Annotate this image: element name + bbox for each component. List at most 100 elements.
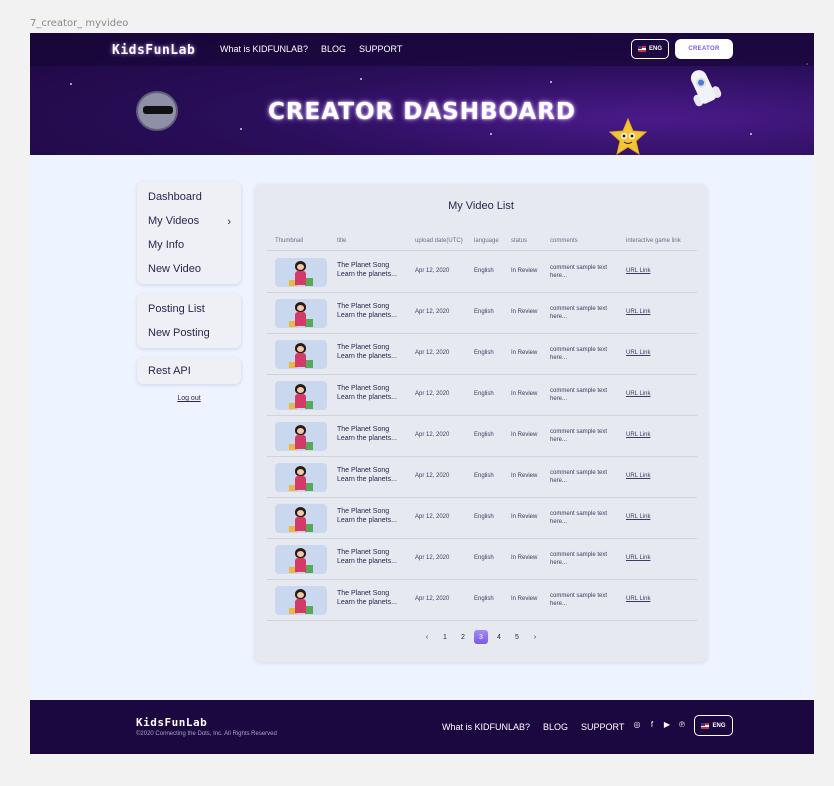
table-row[interactable]: The Planet Song Learn the planets... Apr 1… — [267, 539, 697, 580]
instagram-icon[interactable]: ◎ — [633, 720, 641, 729]
pinterest-icon[interactable]: ℗ — [678, 720, 686, 729]
video-subtitle-line: Learn the planets... — [337, 270, 397, 278]
video-title[interactable]: The Planet Song Learn the planets... — [337, 508, 411, 525]
video-title-line: The Planet Song — [337, 549, 390, 556]
comment-line: comment sample text — [550, 429, 608, 435]
footer-link-about[interactable]: What is KIDFUNLAB? — [442, 722, 530, 732]
video-thumbnail[interactable] — [275, 504, 327, 533]
page-button-5[interactable]: 5 — [510, 630, 524, 644]
table-row[interactable]: The Planet Song Learn the planets... Apr 1… — [267, 375, 697, 416]
table-row[interactable]: The Planet Song Learn the planets... Apr 1… — [267, 416, 697, 457]
video-title-line: The Planet Song — [337, 303, 390, 310]
upload-date: Apr 12, 2020 — [415, 596, 450, 602]
sidebar-item-dashboard[interactable]: Dashboard — [137, 185, 241, 209]
creator-button[interactable]: CREATOR — [675, 39, 733, 59]
table-header: Thumbnail title upload date(UTC) languag… — [267, 238, 697, 251]
upload-date: Apr 12, 2020 — [415, 350, 450, 356]
video-title[interactable]: The Planet Song Learn the planets... — [337, 590, 411, 607]
video-subtitle-line: Learn the planets... — [337, 557, 397, 565]
sidebar-item-my-videos[interactable]: My Videos › — [137, 209, 241, 233]
video-subtitle-line: Learn the planets... — [337, 393, 397, 401]
video-title[interactable]: The Planet Song Learn the planets... — [337, 426, 411, 443]
video-title-line: The Planet Song — [337, 426, 390, 433]
nav-link-about[interactable]: What is KIDFUNLAB? — [220, 44, 308, 54]
nav-link-support[interactable]: SUPPORT — [359, 44, 402, 54]
video-title[interactable]: The Planet Song Learn the planets... — [337, 262, 411, 279]
sidebar-item-rest-api[interactable]: Rest API — [137, 359, 241, 383]
game-url-link[interactable]: URL Link — [626, 432, 650, 438]
youtube-icon[interactable]: ▶ — [663, 720, 671, 729]
prev-page-button[interactable]: ‹ — [420, 630, 434, 644]
table-row[interactable]: The Planet Song Learn the planets... Apr 1… — [267, 252, 697, 293]
game-url-link[interactable]: URL Link — [626, 391, 650, 397]
pagination: ‹ 1 2 3 4 5 › — [255, 630, 707, 644]
comment: comment sample text here... — [550, 428, 622, 444]
language-button[interactable]: ENG — [631, 39, 669, 59]
table-row[interactable]: The Planet Song Learn the planets... Apr 1… — [267, 580, 697, 621]
sidebar-group-posting: Posting List New Posting — [137, 294, 241, 348]
logout-link[interactable]: Log out — [137, 395, 241, 402]
video-title-line: The Planet Song — [337, 344, 390, 351]
game-url-link[interactable]: URL Link — [626, 350, 650, 356]
status-badge: In Review — [511, 268, 538, 274]
video-title-line: The Planet Song — [337, 508, 390, 515]
page-button-1[interactable]: 1 — [438, 630, 452, 644]
table-row[interactable]: The Planet Song Learn the planets... Apr 1… — [267, 457, 697, 498]
video-title[interactable]: The Planet Song Learn the planets... — [337, 385, 411, 402]
sidebar-item-new-video[interactable]: New Video — [137, 257, 241, 281]
game-url-link[interactable]: URL Link — [626, 596, 650, 602]
footer-links: What is KIDFUNLAB? BLOG SUPPORT — [442, 722, 624, 732]
table-row[interactable]: The Planet Song Learn the planets... Apr 1… — [267, 293, 697, 334]
column-header: language — [474, 238, 499, 244]
footer: KidsFunLab ©2020 Connecting the Dots, In… — [30, 700, 814, 754]
video-thumbnail[interactable] — [275, 340, 327, 369]
video-thumbnail[interactable] — [275, 586, 327, 615]
page-button-2[interactable]: 2 — [456, 630, 470, 644]
logo[interactable]: KidsFunLab — [112, 43, 195, 58]
video-title-line: The Planet Song — [337, 262, 390, 269]
top-nav: KidsFunLab What is KIDFUNLAB? BLOG SUPPO… — [30, 33, 814, 66]
comment: comment sample text here... — [550, 510, 622, 526]
video-title[interactable]: The Planet Song Learn the planets... — [337, 344, 411, 361]
sidebar-item-posting-list[interactable]: Posting List — [137, 297, 241, 321]
game-url-link[interactable]: URL Link — [626, 473, 650, 479]
page-button-3-current[interactable]: 3 — [474, 630, 488, 644]
comment: comment sample text here... — [550, 264, 622, 280]
game-url-link[interactable]: URL Link — [626, 514, 650, 520]
footer-link-blog[interactable]: BLOG — [543, 722, 568, 732]
table-row[interactable]: The Planet Song Learn the planets... Apr 1… — [267, 334, 697, 375]
sidebar-group-main: Dashboard My Videos › My Info New Video — [137, 182, 241, 284]
footer-logo[interactable]: KidsFunLab — [136, 716, 207, 729]
nav-link-blog[interactable]: BLOG — [321, 44, 346, 54]
footer-language-button[interactable]: ENG — [694, 715, 733, 736]
game-url-link[interactable]: URL Link — [626, 268, 650, 274]
language: English — [474, 555, 494, 561]
column-header: comments — [550, 238, 578, 244]
video-thumbnail[interactable] — [275, 463, 327, 492]
video-thumbnail[interactable] — [275, 422, 327, 451]
video-thumbnail[interactable] — [275, 545, 327, 574]
video-title[interactable]: The Planet Song Learn the planets... — [337, 303, 411, 320]
game-url-link[interactable]: URL Link — [626, 309, 650, 315]
footer-link-support[interactable]: SUPPORT — [581, 722, 624, 732]
status-badge: In Review — [511, 514, 538, 520]
column-header: title — [337, 238, 347, 244]
page-button-4[interactable]: 4 — [492, 630, 506, 644]
video-thumbnail[interactable] — [275, 381, 327, 410]
video-thumbnail[interactable] — [275, 258, 327, 287]
next-page-button[interactable]: › — [528, 630, 542, 644]
video-subtitle-line: Learn the planets... — [337, 516, 397, 524]
game-url-link[interactable]: URL Link — [626, 555, 650, 561]
comment: comment sample text here... — [550, 305, 622, 321]
video-title[interactable]: The Planet Song Learn the planets... — [337, 467, 411, 484]
header-banner: KidsFunLab What is KIDFUNLAB? BLOG SUPPO… — [30, 33, 814, 155]
copyright: ©2020 Connecting the Dots, Inc. All Righ… — [136, 731, 277, 737]
video-title[interactable]: The Planet Song Learn the planets... — [337, 549, 411, 566]
sidebar-item-my-info[interactable]: My Info — [137, 233, 241, 257]
sidebar-item-new-posting[interactable]: New Posting — [137, 321, 241, 345]
nav-links: What is KIDFUNLAB? BLOG SUPPORT — [220, 44, 402, 54]
facebook-icon[interactable]: f — [648, 720, 656, 729]
column-header: upload date(UTC) — [415, 238, 463, 244]
table-row[interactable]: The Planet Song Learn the planets... Apr 1… — [267, 498, 697, 539]
video-thumbnail[interactable] — [275, 299, 327, 328]
